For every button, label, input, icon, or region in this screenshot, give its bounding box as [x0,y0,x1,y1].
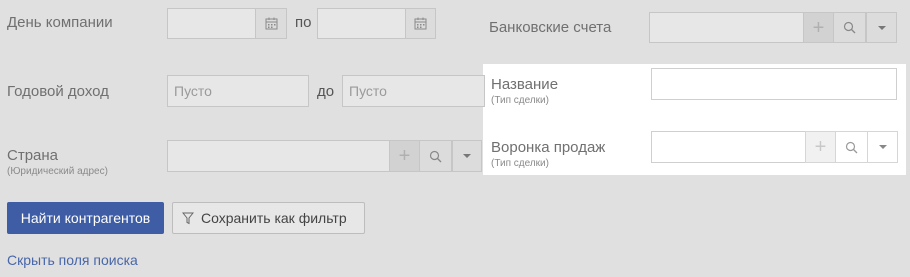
company-day-from-calendar-button[interactable] [255,8,287,39]
search-icon [843,21,856,34]
country-label: Страна [7,147,59,164]
deal-name-sublabel: (Тип сделки) [491,95,549,106]
country-add-button[interactable]: + [389,140,420,172]
bank-accounts-dropdown-button[interactable] [866,12,897,43]
deal-name-input[interactable] [651,68,897,100]
annual-income-label: Годовой доход [7,83,109,100]
company-day-to-input[interactable] [317,8,406,39]
sales-funnel-dropdown-button[interactable] [867,131,898,163]
chevron-down-icon [878,145,887,149]
sales-funnel-search-button[interactable] [835,131,868,163]
bank-accounts-search-button[interactable] [833,12,866,43]
chevron-down-icon [463,154,471,158]
country-dropdown-button[interactable] [452,140,482,172]
company-day-label: День компании [7,14,113,31]
country-search-button[interactable] [419,140,452,172]
country-input[interactable] [167,140,390,172]
bank-accounts-input[interactable] [649,12,804,43]
find-counterparties-button[interactable]: Найти контрагентов [7,202,164,234]
search-icon [429,150,442,162]
annual-income-to-input[interactable] [342,75,485,107]
deal-name-label: Название [491,76,559,93]
country-sublabel: (Юридический адрес) [7,166,108,177]
sales-funnel-label: Воронка продаж [491,139,606,156]
calendar-icon [414,17,427,30]
company-day-to-calendar-button[interactable] [405,8,436,39]
bank-accounts-add-button[interactable]: + [803,12,834,43]
annual-income-range-word: до [317,83,335,100]
plus-icon: + [814,136,827,158]
save-as-filter-button[interactable]: Сохранить как фильтр [172,202,365,234]
plus-icon: + [812,16,825,39]
bank-accounts-label: Банковские счета [489,19,612,36]
chevron-down-icon [877,25,886,30]
calendar-icon [265,17,277,30]
hide-search-fields-link[interactable]: Скрыть поля поиска [7,252,138,268]
sales-funnel-sublabel: (Тип сделки) [491,158,549,169]
annual-income-from-input[interactable] [167,75,309,107]
search-icon [845,141,858,153]
save-as-filter-label: Сохранить как фильтр [201,210,347,226]
company-day-from-input[interactable] [167,8,256,39]
plus-icon: + [398,145,411,167]
company-day-range-word: по [295,14,312,31]
sales-funnel-add-button[interactable]: + [805,131,836,163]
sales-funnel-input[interactable] [651,131,806,163]
funnel-icon [182,212,194,224]
